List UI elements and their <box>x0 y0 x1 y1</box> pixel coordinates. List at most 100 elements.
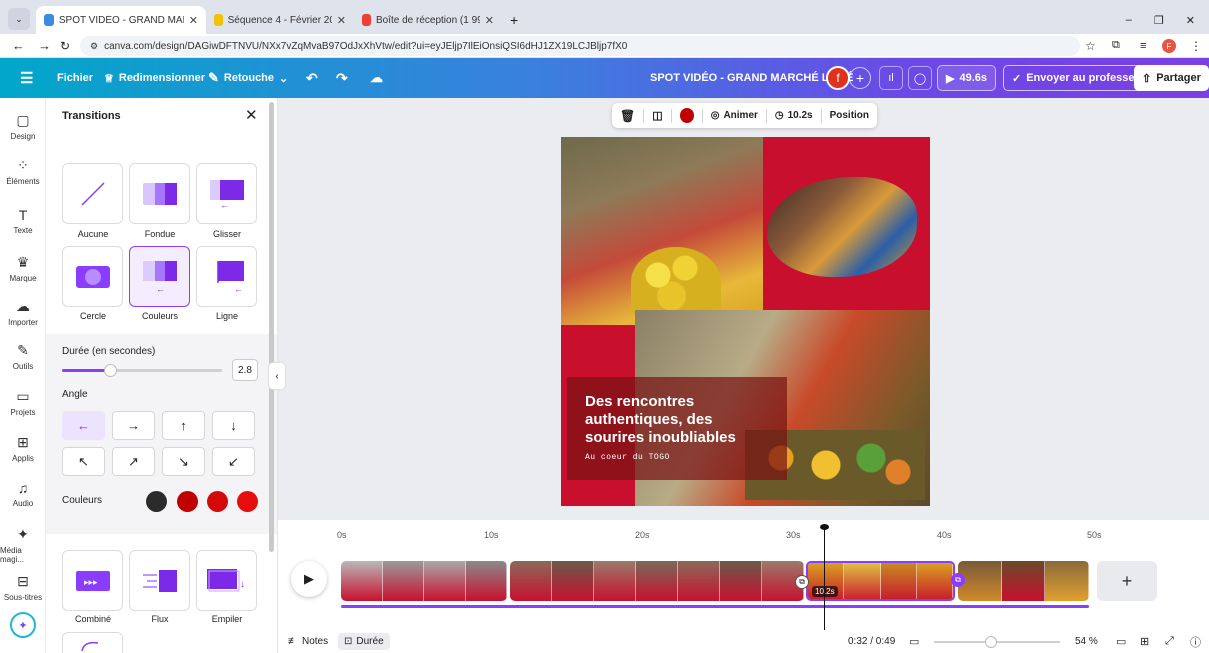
back-icon[interactable]: ← <box>12 38 25 53</box>
clip-1[interactable] <box>341 561 507 601</box>
rail-item-9[interactable]: ♫ Audio <box>0 480 46 508</box>
angle-down-right-button[interactable]: ↘ <box>162 447 205 476</box>
resize-button[interactable]: ♕ Redimensionner <box>104 72 205 85</box>
color-swatch-3[interactable] <box>207 491 228 512</box>
design-title[interactable]: SPOT VIDÉO - GRAND MARCHÉ LOMÉ <box>650 72 854 84</box>
cloud-saved-icon[interactable]: ☁ <box>370 70 383 86</box>
angle-up-right-button[interactable]: ↗ <box>112 447 155 476</box>
layout-icon[interactable]: ▭ <box>909 635 919 648</box>
insights-icon[interactable]: ıl <box>879 66 903 90</box>
rail-item-10[interactable]: ✦ Média magi... <box>0 526 46 564</box>
angle-right-button[interactable]: → <box>112 411 155 440</box>
browser-tab-mail[interactable]: Boîte de réception (1 996) - fort ✕ <box>354 6 502 34</box>
rail-item-7[interactable]: ▭ Projets <box>0 388 46 417</box>
zoom-slider-track[interactable] <box>934 636 1060 648</box>
playhead[interactable] <box>820 524 829 630</box>
duration-slider-thumb[interactable] <box>104 364 117 377</box>
close-panel-icon[interactable]: ✕ <box>245 106 258 124</box>
transition-combined[interactable]: ▸▸▸ <box>62 550 123 611</box>
transition-stack[interactable]: ↓ <box>196 550 257 611</box>
browser-tab-canva[interactable]: SPOT VIDÉO - GRAND MARCHÉ ✕ <box>36 6 206 34</box>
color-swatch-4[interactable] <box>237 491 258 512</box>
duration-button[interactable]: ⊡ Durée <box>338 633 390 650</box>
magic-assistant-button[interactable]: ✦ <box>10 612 36 638</box>
bookmark-star-icon[interactable]: ☆ <box>1085 39 1096 53</box>
collapse-panel-handle[interactable]: ‹ <box>268 362 286 390</box>
send-to-teacher-button[interactable]: ✓ Envoyer au professeur <box>1003 65 1155 91</box>
rail-item-3[interactable]: T Texte <box>0 207 46 235</box>
browser-menu-icon[interactable]: ⋮ <box>1190 39 1202 53</box>
new-tab-button[interactable]: + <box>502 6 526 34</box>
add-page-button[interactable]: + <box>1097 561 1157 601</box>
duration-slider-track[interactable] <box>62 364 222 377</box>
split-icon[interactable]: ◫ <box>652 109 662 122</box>
playhead-handle[interactable] <box>820 524 829 530</box>
play-button[interactable]: ▶ 49.6s <box>937 65 996 91</box>
rail-item-5[interactable]: ☁ Importer <box>0 298 46 327</box>
rail-item-4[interactable]: ♛ Marque <box>0 254 46 283</box>
close-tab-icon[interactable]: ✕ <box>189 14 198 27</box>
angle-down-left-button[interactable]: ↙ <box>212 447 255 476</box>
reload-icon[interactable]: ↻ <box>60 39 70 53</box>
duration-value-field[interactable]: 2.8 <box>232 359 258 381</box>
file-menu[interactable]: Fichier <box>57 72 93 84</box>
transition-fade[interactable] <box>129 163 190 224</box>
rail-item-6[interactable]: ✎ Outils <box>0 342 46 371</box>
transition-none[interactable] <box>62 163 123 224</box>
color-swatch-2[interactable] <box>177 491 198 512</box>
angle-left-button[interactable]: ← <box>62 411 105 440</box>
timing-button[interactable]: ◷ 10.2s <box>775 110 813 121</box>
market-photo-top-left[interactable] <box>561 137 763 325</box>
reading-list-icon[interactable]: ≡ <box>1140 40 1146 52</box>
color-picker-swatch[interactable] <box>679 108 694 123</box>
minimize-icon[interactable]: – <box>1126 14 1132 26</box>
help-icon[interactable]: ⓘ <box>1190 634 1201 650</box>
retouch-menu[interactable]: ✎ Retouche ⌄ <box>208 70 288 86</box>
animate-button[interactable]: ◎ Animer <box>711 110 758 121</box>
panel-scrollbar[interactable] <box>269 102 274 552</box>
clip-3-selected[interactable]: 10.2s <box>806 561 955 601</box>
comments-icon[interactable]: ◯ <box>908 66 932 90</box>
audio-track-bar[interactable] <box>341 605 1089 608</box>
portrait-panel-top-right[interactable] <box>763 137 930 310</box>
redo-icon[interactable]: ↷ <box>336 70 348 87</box>
design-page[interactable]: Des rencontres authentiques, des sourire… <box>561 137 930 506</box>
browser-tab-sequence[interactable]: Séquence 4 - Février 2025: Proc ✕ <box>206 6 354 34</box>
zoom-level[interactable]: 54 % <box>1075 636 1098 647</box>
forward-icon[interactable]: → <box>38 38 51 53</box>
angle-up-button[interactable]: ↑ <box>162 411 205 440</box>
close-tab-icon[interactable]: ✕ <box>485 14 494 27</box>
fullscreen-icon[interactable]: ⤢ <box>1165 635 1174 648</box>
extensions-icon[interactable]: ⧉ <box>1112 39 1120 52</box>
profile-avatar[interactable]: F <box>1162 39 1176 53</box>
clip-4[interactable] <box>958 561 1089 601</box>
close-window-icon[interactable]: ✕ <box>1186 14 1195 27</box>
transition-slide[interactable]: ← <box>196 163 257 224</box>
headline-box[interactable]: Des rencontres authentiques, des sourire… <box>567 377 787 480</box>
add-collaborator-button[interactable]: + <box>849 67 871 89</box>
undo-icon[interactable]: ↶ <box>306 70 318 87</box>
transition-line[interactable]: ← <box>196 246 257 307</box>
share-button[interactable]: ⇧ Partager <box>1134 65 1209 91</box>
menu-icon[interactable]: ☰ <box>20 69 33 87</box>
grid-view-icon[interactable]: ⊞ <box>1140 635 1149 648</box>
clip-2[interactable] <box>510 561 804 601</box>
restore-icon[interactable]: ❐ <box>1154 14 1164 27</box>
tab-list-button[interactable]: ⌄ <box>8 8 30 30</box>
page-view-icon[interactable]: ▭ <box>1116 635 1126 648</box>
transition-marker-icon[interactable]: ⧉ <box>795 575 809 589</box>
url-field[interactable]: ⚙ canva.com/design/DAGiwDFTNVU/NXx7vZqMv… <box>80 36 1080 56</box>
transition-colors[interactable]: ← <box>129 246 190 307</box>
rail-item-2[interactable]: ⁘ Éléments <box>0 157 46 186</box>
transition-more[interactable] <box>62 632 123 653</box>
close-tab-icon[interactable]: ✕ <box>337 14 346 27</box>
trash-icon[interactable]: 🗑 <box>620 109 635 123</box>
site-settings-icon[interactable]: ⚙ <box>90 41 98 52</box>
rail-item-11[interactable]: ⊟ Sous-titres <box>0 573 46 602</box>
angle-up-left-button[interactable]: ↖ <box>62 447 105 476</box>
rail-item-1[interactable]: ▢ Design <box>0 112 46 141</box>
position-button[interactable]: Position <box>830 110 869 121</box>
user-avatar[interactable]: f <box>826 66 850 90</box>
play-timeline-button[interactable]: ▶ <box>291 561 327 597</box>
transition-circle[interactable] <box>62 246 123 307</box>
